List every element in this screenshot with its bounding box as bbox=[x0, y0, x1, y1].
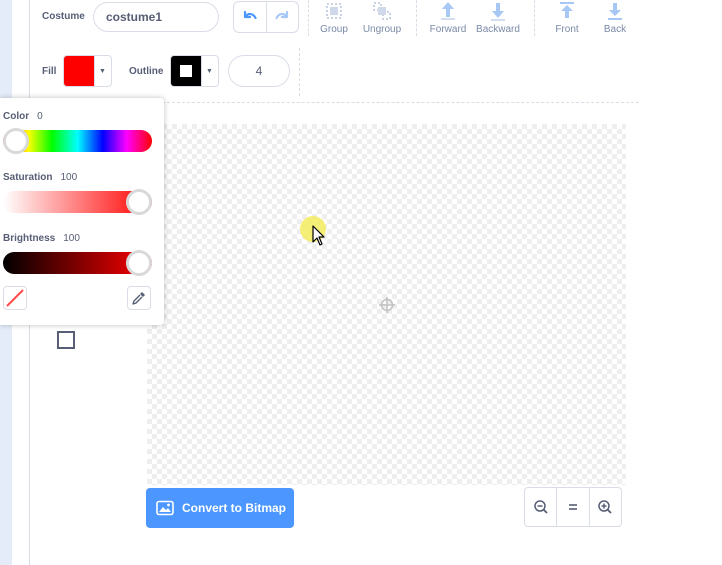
brightness-slider[interactable] bbox=[3, 250, 152, 276]
saturation-label: Saturation bbox=[3, 172, 53, 183]
toolbar-separator bbox=[534, 0, 535, 36]
ungroup-button[interactable]: Ungroup bbox=[352, 0, 412, 35]
saturation-slider-knob[interactable] bbox=[126, 189, 152, 215]
zoom-out-icon bbox=[533, 500, 548, 514]
fill-color-swatch bbox=[64, 56, 94, 86]
mouse-pointer-icon bbox=[312, 225, 325, 246]
outline-width-input[interactable]: 4 bbox=[228, 55, 290, 87]
undo-button[interactable] bbox=[234, 2, 266, 32]
color-value: 0 bbox=[37, 111, 43, 122]
eyedropper-button[interactable] bbox=[127, 286, 151, 310]
brightness-value: 100 bbox=[63, 233, 80, 244]
zoom-controls bbox=[524, 487, 622, 527]
undo-redo-group bbox=[233, 1, 299, 33]
forward-icon bbox=[441, 2, 455, 20]
fill-label: Fill bbox=[42, 66, 57, 77]
saturation-slider[interactable] bbox=[3, 189, 152, 215]
zoom-reset-icon bbox=[568, 504, 577, 510]
toolbar-bottom-divider bbox=[147, 102, 639, 103]
saturation-value: 100 bbox=[60, 172, 78, 183]
bitmap-icon bbox=[156, 500, 174, 516]
outline-color-swatch bbox=[171, 56, 201, 86]
paint-canvas[interactable] bbox=[147, 124, 626, 485]
back-icon bbox=[608, 3, 622, 20]
zoom-out-button[interactable] bbox=[525, 488, 556, 526]
no-fill-button[interactable] bbox=[3, 286, 27, 310]
outline-label: Outline bbox=[129, 66, 164, 77]
convert-to-bitmap-label: Convert to Bitmap bbox=[182, 501, 287, 515]
costume-name-input[interactable]: costume1 bbox=[93, 2, 219, 32]
toolbar-separator bbox=[299, 48, 300, 96]
undo-icon bbox=[243, 10, 257, 20]
brightness-label: Brightness bbox=[3, 233, 56, 244]
fill-dropdown-icon: ▼ bbox=[94, 56, 110, 86]
toolbar-separator bbox=[416, 0, 417, 36]
brightness-slider-knob[interactable] bbox=[126, 250, 152, 276]
zoom-in-icon bbox=[598, 500, 612, 514]
color-slider-knob[interactable] bbox=[3, 128, 29, 154]
brightness-label-row: Brightness 100 bbox=[3, 233, 80, 244]
backward-icon bbox=[491, 3, 505, 21]
color-label: Color bbox=[3, 111, 30, 122]
no-fill-icon bbox=[6, 289, 24, 307]
crosshair-icon bbox=[379, 297, 395, 313]
back-label: Back bbox=[603, 24, 627, 35]
outline-dropdown-icon: ▼ bbox=[201, 56, 217, 86]
convert-to-bitmap-button[interactable]: Convert to Bitmap bbox=[146, 488, 294, 528]
ungroup-icon bbox=[373, 2, 391, 20]
backward-label: Backward bbox=[476, 24, 520, 35]
front-icon bbox=[560, 2, 574, 18]
backward-button[interactable]: Backward bbox=[468, 0, 528, 35]
group-icon bbox=[326, 3, 342, 19]
saturation-label-row: Saturation 100 bbox=[3, 172, 77, 183]
zoom-in-button[interactable] bbox=[588, 488, 621, 526]
redo-icon bbox=[275, 10, 289, 20]
ungroup-label: Ungroup bbox=[362, 24, 402, 35]
costume-label: Costume bbox=[42, 11, 85, 22]
eyedropper-icon bbox=[132, 292, 145, 305]
redo-button[interactable] bbox=[265, 2, 299, 32]
color-slider[interactable] bbox=[3, 128, 152, 154]
zoom-reset-button[interactable] bbox=[556, 488, 588, 526]
outline-color-picker[interactable]: ▼ bbox=[170, 55, 219, 87]
color-label-row: Color 0 bbox=[3, 111, 43, 122]
rectangle-tool-icon[interactable] bbox=[57, 331, 75, 349]
fill-color-popover: Color 0 Saturation 100 Brightness 100 bbox=[0, 98, 164, 325]
back-button[interactable]: Back bbox=[585, 0, 645, 35]
fill-color-picker[interactable]: ▼ bbox=[63, 55, 112, 87]
